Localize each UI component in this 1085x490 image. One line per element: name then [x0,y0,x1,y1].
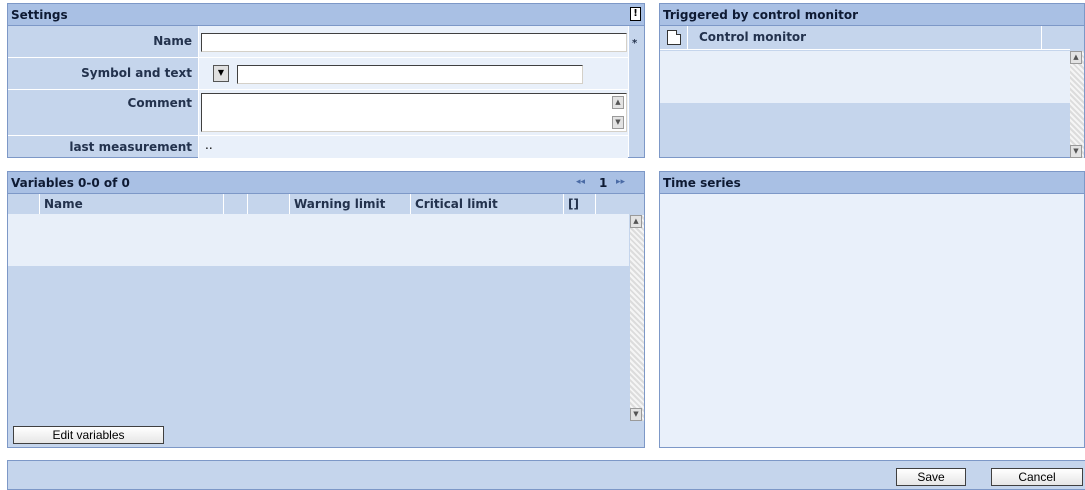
triggered-empty-row [660,51,1070,103]
variables-empty-row [8,214,629,266]
scroll-up-icon[interactable]: ▲ [612,96,624,109]
comment-textarea[interactable]: ▲ ▼ [201,93,627,132]
settings-title-text: Settings [11,8,68,22]
pager-last-icon[interactable]: ▸▸ [616,177,625,187]
symbol-row: Symbol and text ▼ [8,58,628,90]
column-critical-limit[interactable]: Critical limit [411,194,564,214]
variables-panel: Variables 0-0 of 0 ◂◂ 1 ▸▸ Name Warning … [7,171,645,448]
column-blank-1[interactable] [224,194,248,214]
timeseries-title: Time series [660,172,1084,194]
name-label: Name [153,34,192,48]
scroll-up-icon[interactable]: ▲ [630,215,642,228]
column-name[interactable]: Name [40,194,224,214]
page-number: 1 [599,176,608,190]
scroll-up-icon[interactable]: ▲ [1070,51,1082,64]
triggered-header-row: Control monitor [660,26,1070,50]
last-measurement-row: last measurement .. [8,136,628,158]
save-button[interactable]: Save [896,468,966,486]
edit-variables-button[interactable]: Edit variables [13,426,164,444]
column-select [8,194,40,214]
last-measurement-cell: .. [198,136,628,158]
name-value-cell [198,26,628,57]
footer-bar: Save Cancel [7,460,1085,490]
settings-title: Settings ! [8,4,644,26]
symbol-value-cell: ▼ [198,58,628,89]
settings-panel: Settings ! Name Symbol and text ▼ Commen… [7,3,645,158]
symbol-text-input[interactable] [237,65,583,84]
dropdown-arrow-icon[interactable]: ▼ [213,65,229,82]
settings-right-strip: * [628,26,644,157]
triggered-title: Triggered by control monitor [660,4,1084,26]
name-row: Name [8,26,628,58]
symbol-label: Symbol and text [81,66,192,80]
scroll-down-icon[interactable]: ▼ [1070,145,1082,158]
cancel-button[interactable]: Cancel [991,468,1083,486]
info-icon[interactable]: ! [630,7,641,21]
timeseries-panel: Time series [659,171,1085,448]
triggered-scrollbar[interactable]: ▲ ▼ [1070,51,1084,158]
column-blank-2[interactable] [248,194,290,214]
scroll-down-icon[interactable]: ▼ [612,116,624,129]
required-mark: * [632,38,638,49]
column-brackets[interactable]: [] [564,194,596,214]
comment-label: Comment [127,96,192,110]
last-measurement-label: last measurement [69,140,192,154]
variables-scrollbar[interactable]: ▲ ▼ [630,215,644,421]
triggered-panel: Triggered by control monitor Control mon… [659,3,1085,158]
scroll-down-icon[interactable]: ▼ [630,408,642,421]
last-measurement-value: .. [205,138,213,152]
pager-first-icon[interactable]: ◂◂ [576,177,585,187]
column-filler [596,194,644,214]
variables-title: Variables 0-0 of 0 ◂◂ 1 ▸▸ [8,172,644,194]
comment-row: Comment ▲ ▼ [8,90,628,136]
variables-title-text: Variables 0-0 of 0 [11,176,130,190]
column-control-monitor[interactable]: Control monitor [699,30,806,44]
document-icon[interactable] [667,30,681,45]
comment-value-cell: ▲ ▼ [198,90,628,135]
name-input[interactable] [201,33,627,52]
column-warning-limit[interactable]: Warning limit [290,194,411,214]
